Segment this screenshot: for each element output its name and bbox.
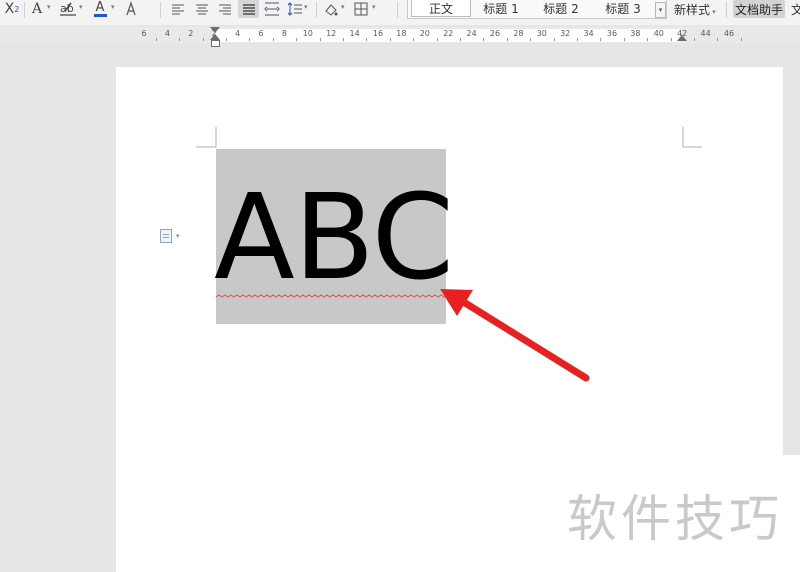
red-arrow-shaft [458, 297, 590, 382]
spellcheck-underline [215, 294, 466, 298]
watermark-text: 软件技巧 [567, 490, 783, 548]
